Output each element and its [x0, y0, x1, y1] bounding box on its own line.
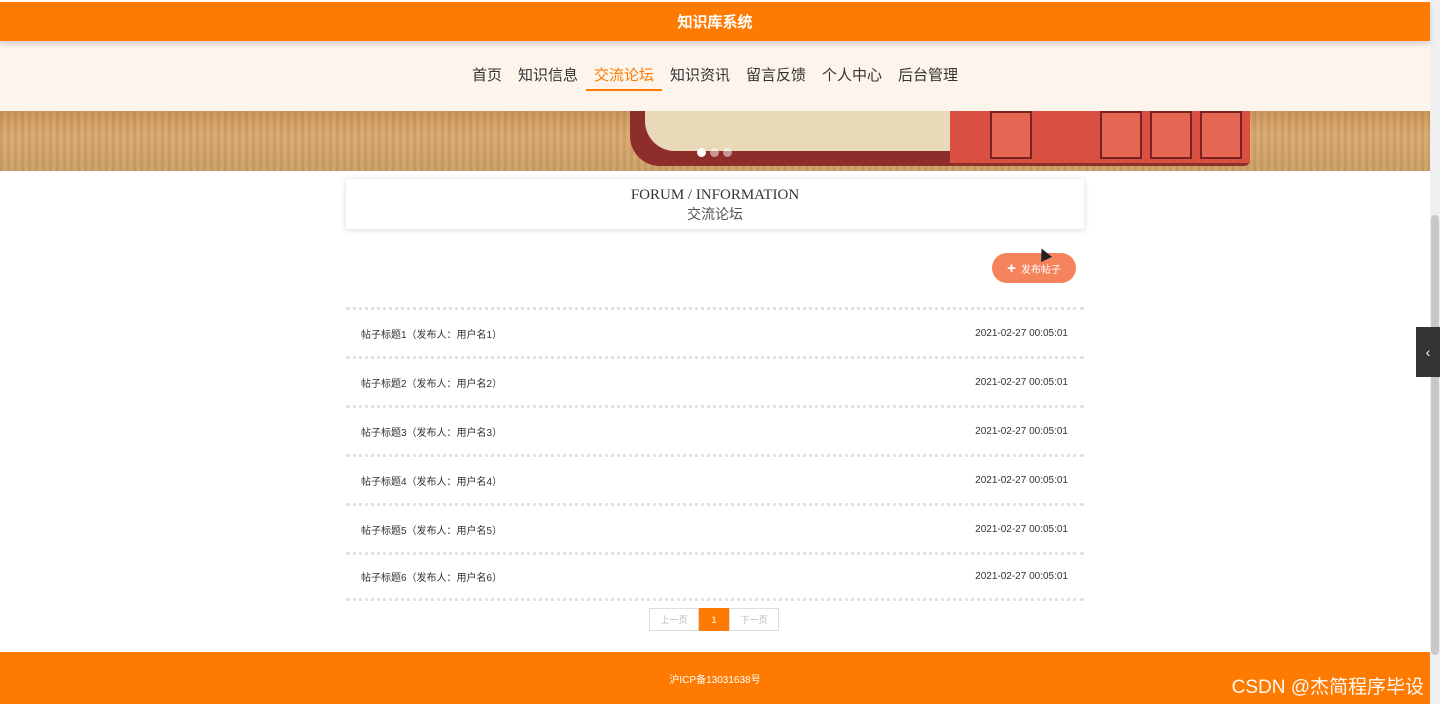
- nav-item-home[interactable]: 首页: [464, 61, 510, 91]
- banner-book-decoration: [1100, 111, 1142, 159]
- prev-page-button[interactable]: 上一页: [649, 608, 699, 631]
- banner-book-decoration: [1200, 111, 1242, 159]
- current-page-button[interactable]: 1: [699, 608, 729, 631]
- post-time: 2021-02-27 00:05:01: [975, 376, 1068, 388]
- banner-book-decoration: [1150, 111, 1192, 159]
- icp-text: 沪ICP备13031638号: [669, 674, 761, 686]
- post-list: 帖子标题1（发布人：用户名1） 2021-02-27 00:05:01 帖子标题…: [346, 307, 1084, 601]
- section-title-en: FORUM / INFORMATION: [630, 187, 800, 203]
- banner-carousel: [0, 111, 1430, 171]
- plus-icon: +: [1007, 259, 1016, 277]
- nav-item-forum[interactable]: 交流论坛: [585, 61, 662, 91]
- page: 知识库系统 首页 知识信息 交流论坛 知识资讯 留言反馈 个人中心 后台管理 F…: [0, 0, 1440, 704]
- nav-item-knowledge-news[interactable]: 知识资讯: [662, 61, 738, 91]
- post-title[interactable]: 帖子标题1（发布人：用户名1）: [361, 326, 502, 341]
- nav-item-profile[interactable]: 个人中心: [814, 61, 890, 91]
- post-time: 2021-02-27 00:05:01: [975, 327, 1068, 339]
- carousel-dot[interactable]: [723, 148, 732, 157]
- list-item[interactable]: 帖子标题6（发布人：用户名6） 2021-02-27 00:05:01: [346, 552, 1084, 601]
- carousel-dot[interactable]: [697, 148, 706, 157]
- list-item[interactable]: 帖子标题1（发布人：用户名1） 2021-02-27 00:05:01: [346, 307, 1084, 356]
- post-time: 2021-02-27 00:05:01: [975, 571, 1068, 582]
- pagination: 上一页 1 下一页: [649, 608, 779, 631]
- post-title[interactable]: 帖子标题3（发布人：用户名3）: [361, 424, 502, 439]
- list-item[interactable]: 帖子标题5（发布人：用户名5） 2021-02-27 00:05:01: [346, 503, 1084, 552]
- watermark: CSDN @杰简程序毕设: [1231, 677, 1424, 698]
- site-title: 知识库系统: [677, 14, 753, 31]
- carousel-dots: [697, 148, 732, 157]
- post-title[interactable]: 帖子标题5（发布人：用户名5）: [361, 522, 502, 537]
- post-time: 2021-02-27 00:05:01: [975, 474, 1068, 486]
- publish-post-label: 发布帖子: [1020, 264, 1061, 276]
- chevron-left-icon: ‹: [1425, 344, 1431, 360]
- scrollbar-thumb[interactable]: [1431, 215, 1439, 655]
- list-item[interactable]: 帖子标题4（发布人：用户名4） 2021-02-27 00:05:01: [346, 454, 1084, 503]
- post-time: 2021-02-27 00:05:01: [975, 425, 1068, 437]
- post-time: 2021-02-27 00:05:01: [975, 523, 1068, 535]
- section-title-cn: 交流论坛: [687, 206, 743, 222]
- list-item[interactable]: 帖子标题3（发布人：用户名3） 2021-02-27 00:05:01: [346, 405, 1084, 454]
- publish-post-button[interactable]: + 发布帖子: [992, 253, 1076, 283]
- nav-item-knowledge-info[interactable]: 知识信息: [510, 61, 586, 91]
- footer: 沪ICP备13031638号: [0, 652, 1430, 704]
- side-toggle-button[interactable]: ‹: [1416, 327, 1440, 377]
- post-title[interactable]: 帖子标题4（发布人：用户名4）: [361, 473, 502, 488]
- nav-item-admin[interactable]: 后台管理: [890, 61, 966, 91]
- next-page-button[interactable]: 下一页: [729, 608, 779, 631]
- list-item[interactable]: 帖子标题2（发布人：用户名2） 2021-02-27 00:05:01: [346, 356, 1084, 405]
- top-header: 知识库系统: [0, 2, 1430, 41]
- main-nav: 首页 知识信息 交流论坛 知识资讯 留言反馈 个人中心 后台管理: [0, 41, 1430, 111]
- post-title[interactable]: 帖子标题2（发布人：用户名2）: [361, 375, 502, 390]
- carousel-dot[interactable]: [710, 148, 719, 157]
- nav-item-feedback[interactable]: 留言反馈: [738, 61, 814, 91]
- post-title[interactable]: 帖子标题6（发布人：用户名6）: [361, 569, 502, 584]
- section-title-card: FORUM / INFORMATION 交流论坛: [346, 179, 1084, 229]
- banner-book-pages: [645, 111, 955, 151]
- banner-book-decoration: [990, 111, 1032, 159]
